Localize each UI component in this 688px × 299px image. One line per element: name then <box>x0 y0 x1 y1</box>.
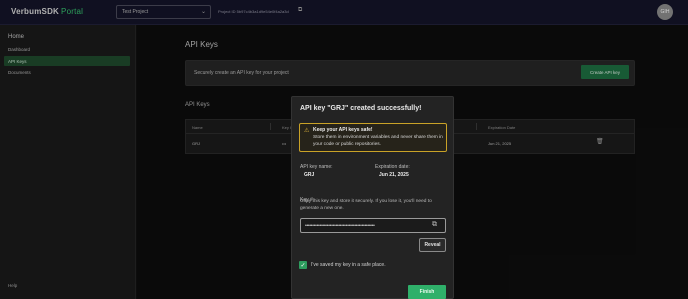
expiration-value: Jun 21, 2025 <box>379 172 409 178</box>
key-description-text: Copy this key and store it securely. If … <box>300 199 432 211</box>
key-description: Copy this key and store it securely. If … <box>300 198 448 212</box>
warning-title: Keep your API keys safe! <box>313 127 373 133</box>
api-key-created-modal: API key "GRJ" created successfully! ⚠ Ke… <box>291 96 454 299</box>
saved-key-label[interactable]: I've saved my key in a safe place. <box>311 262 386 268</box>
warning-box: ⚠ Keep your API keys safe! Store them in… <box>299 123 447 152</box>
key-name-label: API key name: <box>300 164 333 170</box>
finish-button[interactable]: Finish <box>408 285 446 299</box>
modal-title: API key "GRJ" created successfully! <box>300 105 422 112</box>
copy-icon[interactable]: ⧉ <box>432 221 437 229</box>
warning-body: Store them in environment variables and … <box>313 135 443 147</box>
saved-key-checkbox[interactable]: ✓ <box>299 261 307 269</box>
api-key-masked: ••••••••••••••••••••••••••••••••••••••••… <box>305 223 375 229</box>
warning-icon: ⚠ <box>304 128 310 134</box>
expiration-label: Expiration date: <box>375 164 410 170</box>
key-name-value: GRJ <box>304 172 315 178</box>
reveal-button[interactable]: Reveal <box>419 238 446 252</box>
api-key-field[interactable]: ••••••••••••••••••••••••••••••••••••••••… <box>300 218 446 233</box>
